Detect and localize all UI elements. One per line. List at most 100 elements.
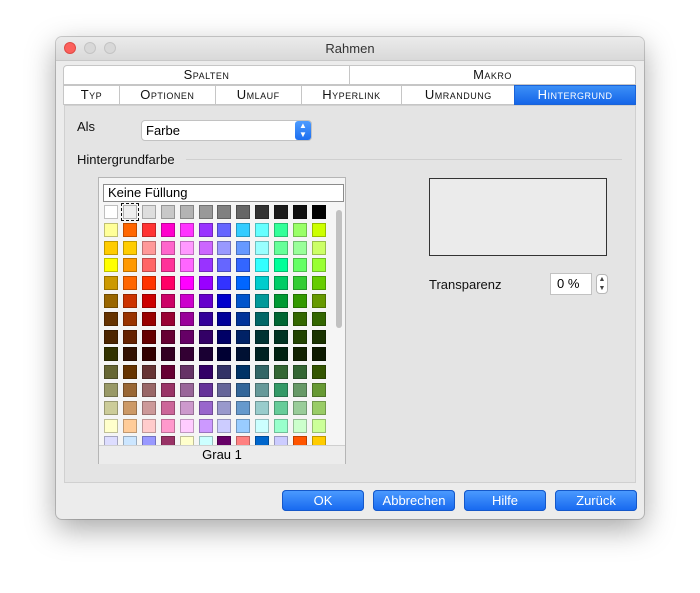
color-swatch[interactable] [255,276,270,291]
tab-makro[interactable]: Makro [349,65,636,85]
color-swatch[interactable] [160,205,175,219]
color-swatch[interactable] [198,418,213,433]
color-swatch[interactable] [293,311,307,326]
color-swatch[interactable] [198,294,213,308]
color-swatch[interactable] [255,400,270,415]
color-swatch[interactable] [217,276,232,291]
color-swatch[interactable] [160,276,175,291]
color-swatch[interactable] [274,205,289,219]
color-swatch[interactable] [104,347,118,362]
color-swatch[interactable] [217,294,232,308]
color-swatch[interactable] [122,400,137,415]
color-swatch[interactable] [141,258,156,273]
color-swatch[interactable] [160,383,175,397]
color-swatch[interactable] [311,294,326,308]
color-swatch[interactable] [179,329,194,344]
color-swatch[interactable] [104,329,118,344]
color-swatch[interactable] [293,240,307,255]
color-swatch[interactable] [179,418,194,433]
color-swatch[interactable] [160,400,175,415]
color-swatch[interactable] [311,365,326,380]
color-swatch[interactable] [198,365,213,380]
color-swatch[interactable] [217,205,232,219]
color-swatch[interactable] [179,347,194,362]
color-swatch[interactable] [104,383,118,397]
tab-umlauf[interactable]: Umlauf [214,85,302,105]
color-swatch[interactable] [198,383,213,397]
color-swatch[interactable] [293,294,307,308]
palette-scrollbar-thumb[interactable] [336,210,342,328]
color-swatch[interactable] [141,294,156,308]
color-swatch[interactable] [293,347,307,362]
back-button[interactable]: Zurück [555,490,637,511]
color-swatch[interactable] [179,258,194,273]
color-swatch[interactable] [120,203,139,221]
color-swatch[interactable] [217,383,232,397]
color-swatch[interactable] [274,400,289,415]
color-swatch[interactable] [141,347,156,362]
tab-typ[interactable]: Typ [63,85,120,105]
color-swatch[interactable] [160,240,175,255]
color-swatch[interactable] [255,294,270,308]
color-swatch[interactable] [311,222,326,237]
color-swatch[interactable] [217,418,232,433]
color-swatch[interactable] [236,418,251,433]
color-swatch[interactable] [311,311,326,326]
color-swatch[interactable] [141,418,156,433]
transparency-input[interactable]: 0 % [550,273,592,295]
color-swatch[interactable] [141,205,156,219]
color-swatch[interactable] [141,400,156,415]
color-swatch[interactable] [274,418,289,433]
color-swatch[interactable] [104,294,118,308]
color-swatch[interactable] [179,240,194,255]
color-swatch[interactable] [179,383,194,397]
tab-umrandung[interactable]: Umrandung [401,85,516,105]
color-swatch[interactable] [179,400,194,415]
color-swatch[interactable] [236,258,251,273]
color-swatch[interactable] [293,276,307,291]
color-swatch[interactable] [122,240,137,255]
color-swatch[interactable] [236,365,251,380]
color-swatch[interactable] [274,383,289,397]
color-swatch[interactable] [293,418,307,433]
color-swatch[interactable] [255,205,270,219]
color-swatch[interactable] [141,240,156,255]
color-swatch[interactable] [179,311,194,326]
color-swatch[interactable] [217,329,232,344]
color-swatch[interactable] [217,222,232,237]
color-swatch[interactable] [122,311,137,326]
color-swatch[interactable] [198,222,213,237]
color-swatch[interactable] [160,418,175,433]
color-swatch[interactable] [141,383,156,397]
color-swatch[interactable] [104,311,118,326]
color-swatch[interactable] [274,294,289,308]
color-swatch[interactable] [255,240,270,255]
color-swatch[interactable] [274,222,289,237]
color-swatch[interactable] [122,222,137,237]
color-swatch[interactable] [311,205,326,219]
color-swatch[interactable] [274,311,289,326]
color-swatch[interactable] [198,329,213,344]
color-swatch[interactable] [236,311,251,326]
color-swatch[interactable] [198,311,213,326]
color-swatch[interactable] [274,276,289,291]
cancel-button[interactable]: Abbrechen [373,490,455,511]
color-swatch[interactable] [293,383,307,397]
color-swatch[interactable] [255,383,270,397]
color-swatch[interactable] [179,294,194,308]
color-swatch[interactable] [141,276,156,291]
color-swatch[interactable] [104,276,118,291]
color-swatch[interactable] [217,347,232,362]
color-swatch[interactable] [198,347,213,362]
color-swatch[interactable] [104,258,118,273]
tab-spalten[interactable]: Spalten [63,65,350,85]
color-swatch[interactable] [122,258,137,273]
color-swatch[interactable] [141,311,156,326]
tab-hyperlink[interactable]: Hyperlink [300,85,403,105]
color-swatch[interactable] [104,222,118,237]
color-swatch[interactable] [122,418,137,433]
color-swatch[interactable] [293,205,307,219]
color-swatch[interactable] [160,258,175,273]
color-swatch[interactable] [160,294,175,308]
color-swatch[interactable] [274,347,289,362]
